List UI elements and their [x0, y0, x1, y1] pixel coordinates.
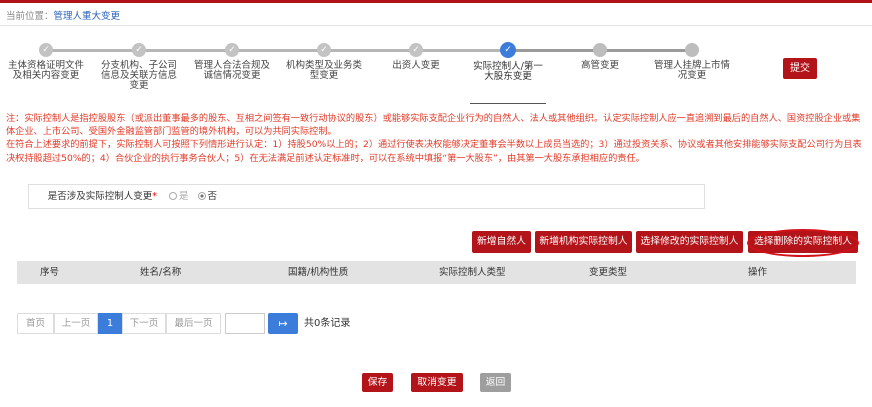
step-3[interactable]: ✓ 管理人合法合规及诚信情况变更 — [194, 34, 270, 81]
step-1[interactable]: ✓ 主体资格证明文件及相关内容变更 — [8, 34, 84, 81]
cancel-change-button[interactable]: 取消变更 — [411, 373, 463, 392]
add-natural-person-button[interactable]: 新增自然人 — [472, 231, 531, 253]
prev-page-button[interactable]: 上一页 — [54, 313, 98, 334]
select-delete-controller-button[interactable]: 选择删除的实际控制人 — [748, 231, 858, 253]
page-jump-input[interactable] — [225, 313, 265, 334]
breadcrumb-prefix: 当前位置： — [6, 11, 54, 22]
check-icon: ✓ — [317, 43, 331, 57]
total-records: 共0条记录 — [304, 318, 351, 329]
note-line-1: 注：实际控制人是指控股股东（或派出董事最多的股东、互相之间签有一致行动协议的股东… — [6, 113, 861, 138]
notes-text: 注：实际控制人是指控股股东（或派出董事最多的股东、互相之间签有一致行动协议的股东… — [6, 112, 864, 165]
current-page-button[interactable]: 1 — [98, 313, 122, 334]
radio-yes-label[interactable]: 是 — [179, 191, 189, 202]
step-label: 分支机构、子公司信息及关联方信息变更 — [101, 60, 178, 91]
go-page-button[interactable]: ↦ — [268, 313, 298, 334]
step-5[interactable]: ✓ 出资人变更 — [378, 34, 454, 71]
step-label: 管理人挂牌上市情况变更 — [654, 60, 731, 81]
active-step-underline — [470, 103, 546, 104]
col-change-type: 变更类型 — [589, 267, 628, 278]
col-name: 姓名/名称 — [140, 267, 182, 278]
note-line-2: 在符合上述要求的前提下，实际控制人可按照下列情形进行认定：1）持股50%以上的；… — [6, 139, 862, 164]
breadcrumb-divider — [0, 25, 872, 26]
step-8[interactable]: 管理人挂牌上市情况变更 — [654, 34, 730, 81]
table-header: 序号 姓名/名称 国籍/机构性质 实际控制人类型 变更类型 操作 — [17, 261, 856, 284]
step-2[interactable]: ✓ 分支机构、子公司信息及关联方信息变更 — [101, 34, 177, 91]
select-modify-controller-button[interactable]: 选择修改的实际控制人 — [636, 231, 743, 253]
radio-yes[interactable] — [169, 192, 177, 200]
step-6-active[interactable]: ✓ 实际控制人/第一大股东变更 — [470, 34, 546, 82]
pending-dot-icon — [685, 43, 699, 57]
required-mark: * — [152, 191, 157, 202]
top-accent-bar — [0, 0, 872, 3]
breadcrumb: 当前位置：管理人重大变更 — [6, 8, 120, 22]
change-radio-group: 是 否 — [169, 185, 223, 208]
step-label: 出资人变更 — [392, 60, 440, 71]
check-icon: ✓ — [132, 43, 146, 57]
col-actions: 操作 — [748, 267, 768, 278]
step-7[interactable]: 高管变更 — [562, 34, 638, 71]
save-button[interactable]: 保存 — [362, 373, 393, 392]
pending-dot-icon — [593, 43, 607, 57]
step-label: 主体资格证明文件及相关内容变更 — [8, 60, 85, 81]
step-label: 机构类型及业务类型变更 — [286, 60, 363, 81]
step-4[interactable]: ✓ 机构类型及业务类型变更 — [286, 34, 362, 81]
last-page-button[interactable]: 最后一页 — [166, 313, 221, 334]
back-button[interactable]: 返回 — [480, 373, 511, 392]
col-index: 序号 — [40, 267, 60, 278]
change-question-label: 是否涉及实际控制人变更* — [47, 191, 157, 202]
col-nationality: 国籍/机构性质 — [288, 267, 349, 278]
step-label: 高管变更 — [580, 60, 619, 71]
first-page-button[interactable]: 首页 — [17, 313, 54, 334]
progress-stepper: ✓ 主体资格证明文件及相关内容变更 ✓ 分支机构、子公司信息及关联方信息变更 ✓… — [0, 34, 760, 104]
radio-no[interactable] — [197, 192, 206, 200]
submit-button[interactable]: 提交 — [783, 58, 817, 79]
step-label: 管理人合法合规及诚信情况变更 — [194, 60, 271, 81]
check-icon: ✓ — [500, 42, 516, 58]
radio-no-label[interactable]: 否 — [208, 191, 218, 202]
add-institution-controller-button[interactable]: 新增机构实际控制人 — [535, 231, 632, 253]
breadcrumb-current-link[interactable]: 管理人重大变更 — [54, 11, 121, 22]
col-controller-type: 实际控制人类型 — [439, 267, 506, 278]
step-label: 实际控制人/第一大股东变更 — [473, 61, 543, 82]
check-icon: ✓ — [39, 43, 53, 57]
check-icon: ✓ — [409, 43, 423, 57]
next-page-button[interactable]: 下一页 — [122, 313, 166, 334]
change-question-row: 是否涉及实际控制人变更* 是 否 — [28, 184, 705, 209]
check-icon: ✓ — [225, 43, 239, 57]
enter-arrow-icon: ↦ — [278, 317, 288, 330]
